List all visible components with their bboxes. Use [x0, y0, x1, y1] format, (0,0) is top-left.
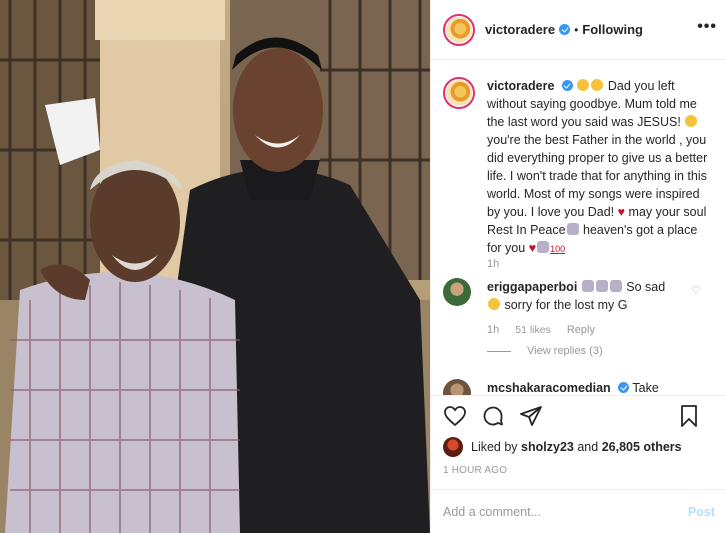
crying-emoji-icon [577, 79, 590, 91]
post-timestamp[interactable]: 1 HOUR AGO [443, 465, 507, 476]
comment-input[interactable] [443, 504, 688, 519]
comment-like-heart-icon[interactable]: ♡ [691, 284, 701, 297]
liked-by-and: and [577, 440, 599, 454]
red-heart-emoji-icon: ♥ [528, 241, 537, 255]
liked-by-user[interactable]: sholzy23 [521, 440, 574, 454]
author-avatar[interactable] [443, 13, 475, 46]
commenter-avatar[interactable] [443, 379, 471, 395]
comment-text-2: sorry for the lost my G [504, 298, 628, 312]
liked-by-others[interactable]: 26,805 others [602, 440, 682, 454]
caption-username[interactable]: victoradere [487, 79, 554, 93]
comment-eriggapaperboi: eriggapaperboi So sad sorry for the lost… [443, 278, 715, 314]
following-button[interactable]: Following [582, 22, 643, 37]
comment-body: mcshakaracomedian Take [487, 379, 715, 395]
commenter-username[interactable]: mcshakaracomedian [487, 381, 611, 395]
commenter-avatar[interactable] [443, 278, 471, 306]
author-username[interactable]: victoradere [485, 22, 555, 37]
heart-icon[interactable] [443, 404, 467, 428]
crying-emoji-icon [591, 79, 604, 91]
post-photo[interactable] [0, 0, 430, 533]
comment-likes[interactable]: 51 likes [515, 324, 551, 336]
caption-avatar-image [446, 80, 472, 106]
verified-icon [561, 80, 573, 91]
liked-by-prefix: Liked by [471, 440, 518, 454]
praying-hands-emoji-icon [581, 280, 594, 292]
comment-body: eriggapaperboi So sad sorry for the lost… [487, 278, 715, 314]
comment-meta: 1h 51 likes Reply [487, 324, 595, 336]
caption-time[interactable]: 1h [487, 258, 499, 270]
view-replies-label[interactable]: View replies (3) [527, 345, 603, 357]
verified-icon [559, 24, 571, 35]
post-comment-button[interactable]: Post [688, 505, 715, 519]
comment-icon[interactable] [481, 404, 505, 428]
crying-emoji-icon [685, 115, 698, 127]
caption-body: victoradere Dad you left without saying … [487, 77, 715, 258]
comment-text-1: So sad [626, 280, 666, 294]
hundred-emoji-icon: 100 [550, 244, 566, 254]
red-heart-emoji-icon: ♥ [617, 205, 626, 219]
liker-avatar[interactable] [443, 437, 463, 457]
caption-comment: victoradere Dad you left without saying … [443, 77, 715, 258]
post-sidebar: victoradere • Following ••• victoradere … [430, 0, 726, 533]
praying-hands-emoji-icon [537, 241, 550, 253]
sad-emoji-icon [488, 298, 500, 310]
post-photo-image [0, 0, 430, 533]
comment-time[interactable]: 1h [487, 324, 499, 336]
more-options-icon[interactable]: ••• [697, 18, 717, 36]
praying-hands-emoji-icon [609, 280, 622, 292]
commenter-username[interactable]: eriggapaperboi [487, 280, 577, 294]
share-icon[interactable] [519, 404, 543, 428]
bookmark-icon[interactable] [677, 404, 701, 428]
instagram-post: victoradere • Following ••• victoradere … [0, 0, 726, 533]
reply-button[interactable]: Reply [567, 324, 595, 336]
likes-summary: Liked by sholzy23 and 26,805 others [443, 437, 682, 457]
view-replies-line [487, 350, 511, 352]
separator-dot: • [574, 22, 579, 37]
comment-mcshakaracomedian: mcshakaracomedian Take [443, 379, 715, 395]
author-avatar-image [446, 16, 472, 43]
view-replies[interactable]: View replies (3) [487, 345, 603, 357]
post-header: victoradere • Following ••• [431, 0, 726, 60]
verified-icon [618, 382, 630, 393]
praying-hands-emoji-icon [566, 223, 579, 235]
comment-text: Take [632, 381, 659, 395]
action-bar [431, 395, 726, 435]
add-comment-bar: Post [431, 489, 726, 533]
praying-hands-emoji-icon [595, 280, 608, 292]
caption-avatar[interactable] [443, 77, 475, 109]
